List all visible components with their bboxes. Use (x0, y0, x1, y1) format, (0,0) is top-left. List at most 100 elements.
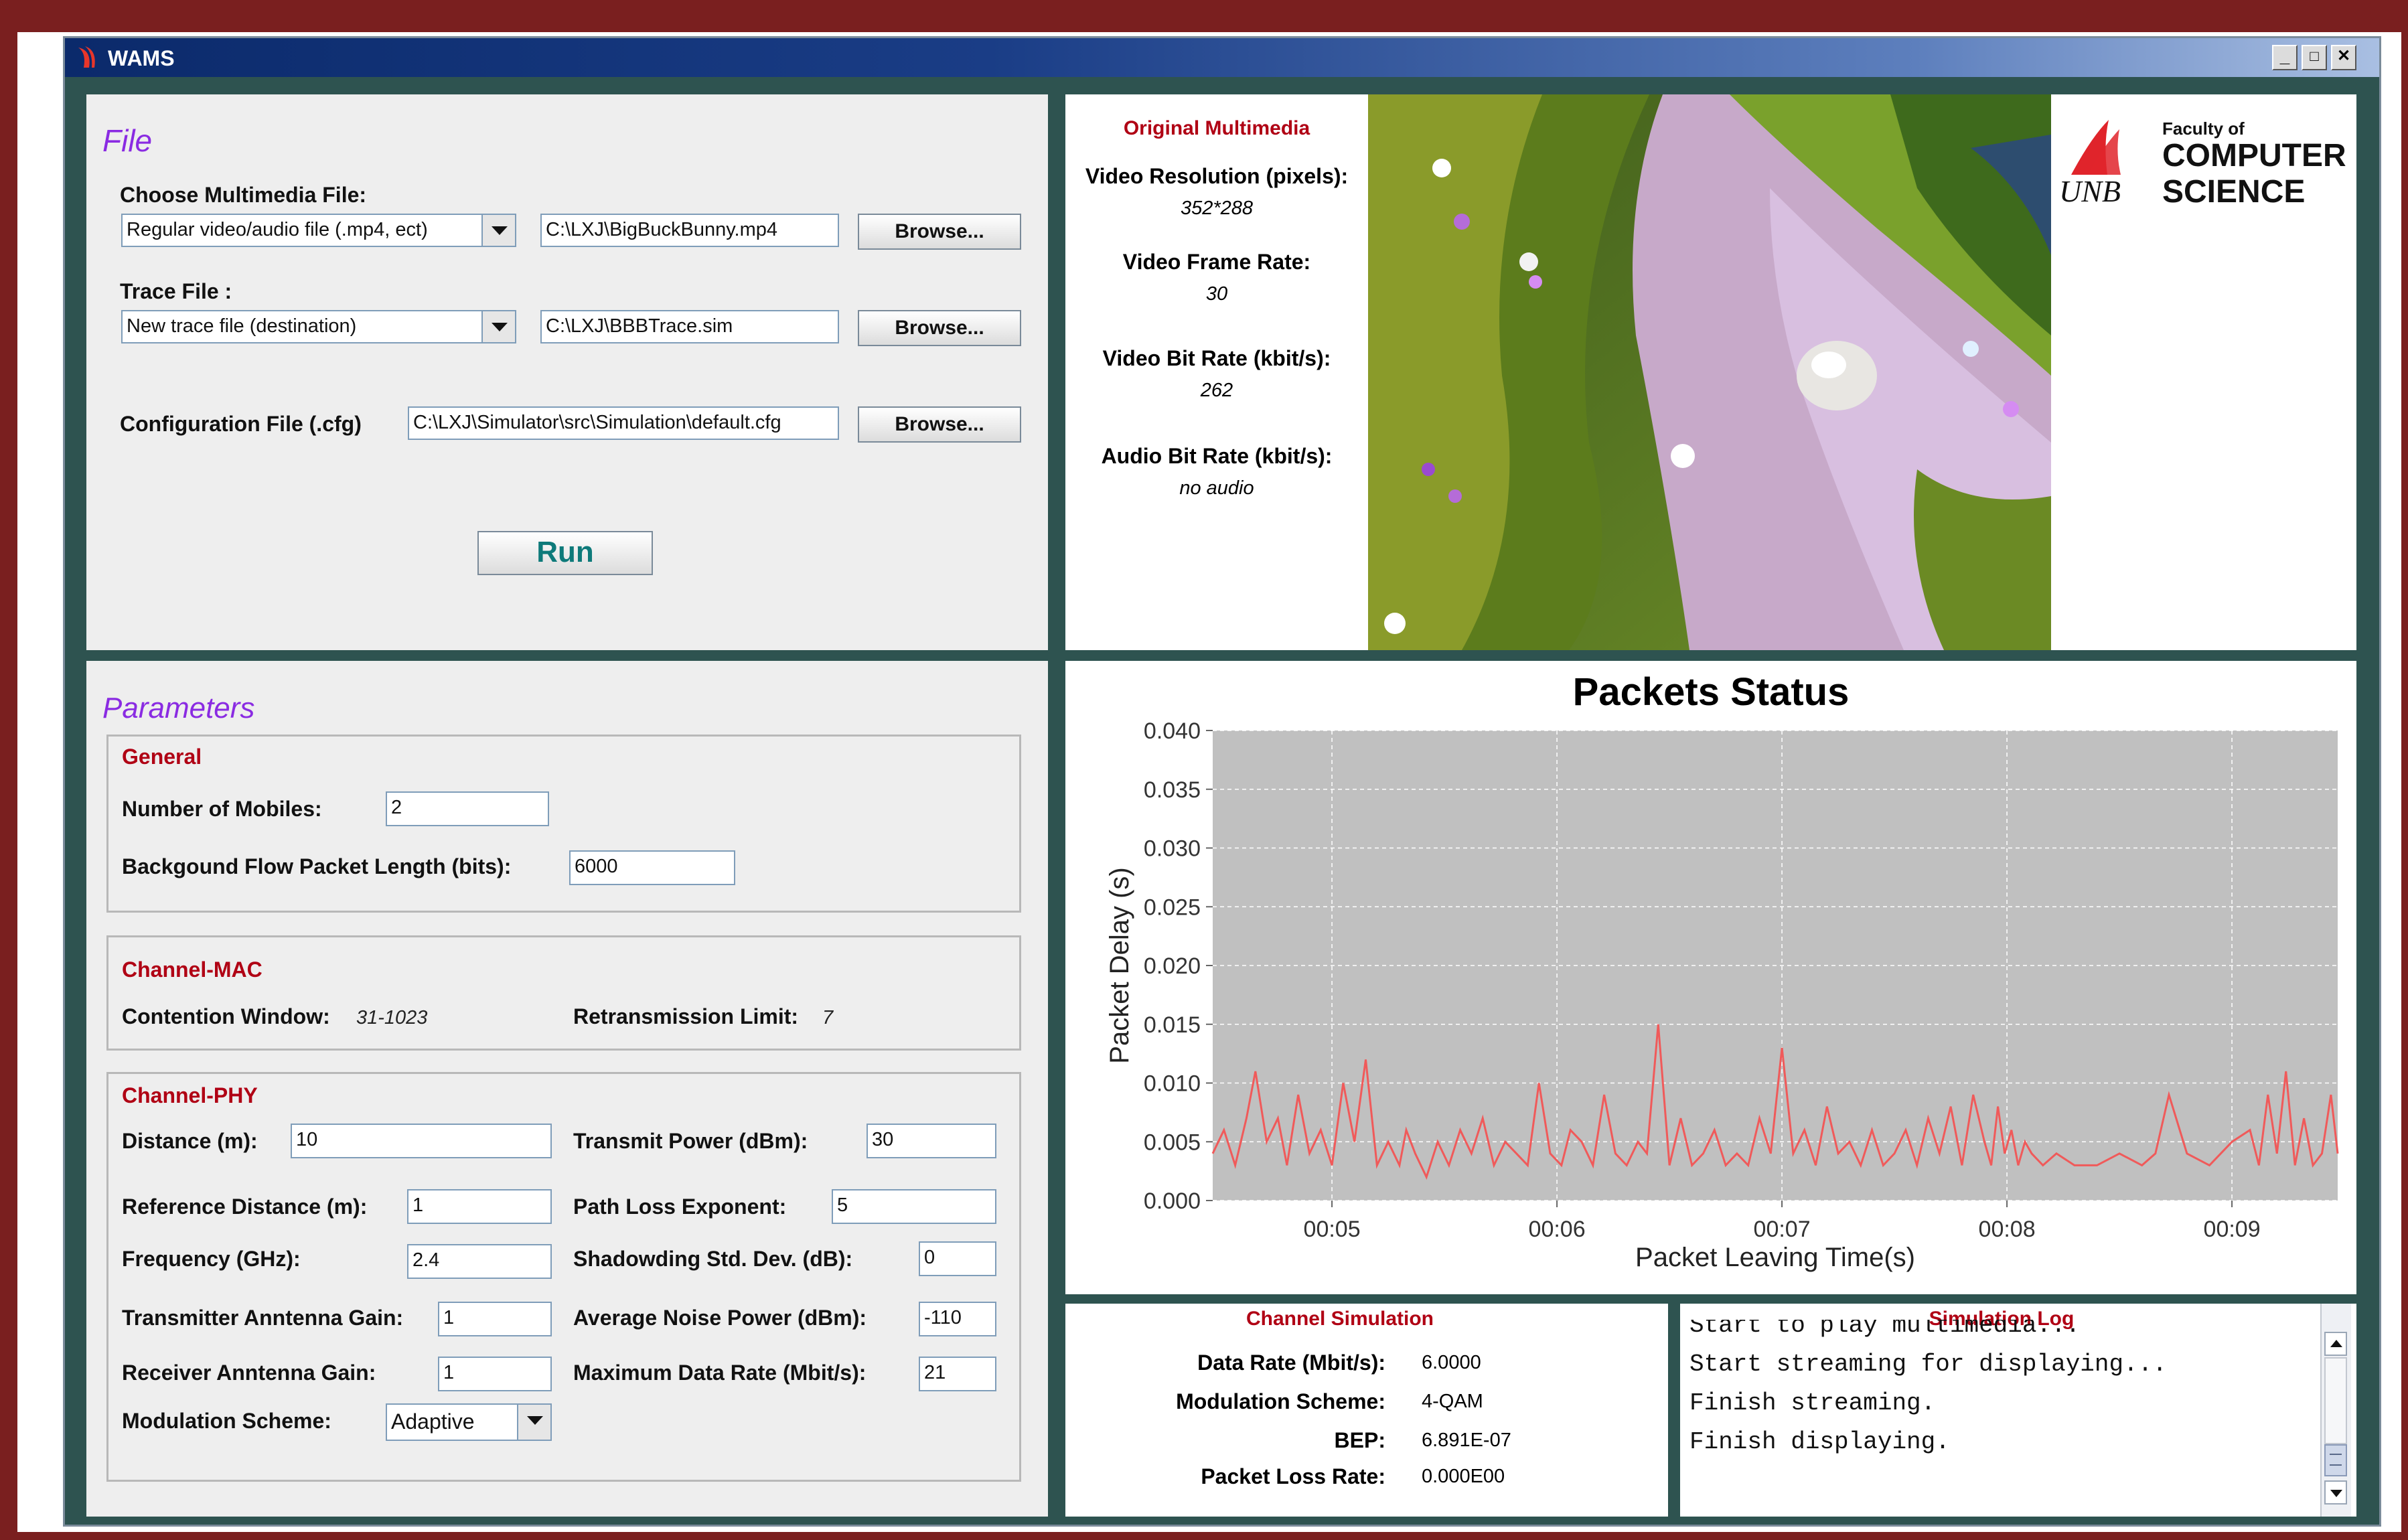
y-tick-label: 0.015 (1144, 1012, 1201, 1038)
run-button[interactable]: Run (477, 531, 653, 575)
mobiles-label: Number of Mobiles: (122, 797, 322, 821)
chevron-up-icon (2330, 1340, 2342, 1347)
rx-gain-field[interactable]: 1 (438, 1357, 552, 1391)
parameters-heading: Parameters (102, 692, 255, 724)
unb-mark: UNB (2059, 174, 2121, 208)
simulation-log-panel: Simulation Log Start to play multimedia.… (1680, 1304, 2356, 1517)
bep-label: BEP: (1334, 1428, 1385, 1452)
cw-value: 31-1023 (356, 1007, 428, 1028)
y-tick-label: 0.030 (1144, 836, 1201, 862)
grip-icon (2330, 1454, 2342, 1466)
window-title: WAMS (108, 46, 175, 70)
ref-distance-field[interactable]: 1 (407, 1189, 552, 1224)
browse-multimedia-button[interactable]: Browse... (858, 214, 1021, 250)
y-tick-label: 0.035 (1144, 777, 1201, 803)
packets-status-chart: Packets Status 0.000 0.005 0.010 0.015 0.020… (1105, 670, 2339, 1272)
title-bar[interactable]: WAMS _ □ ✕ (65, 38, 2379, 77)
x-tick-label: 00:07 (1754, 1217, 1811, 1242)
sim-modulation-value: 4-QAM (1422, 1391, 1483, 1412)
frequency-field[interactable]: 2.4 (407, 1244, 552, 1279)
tx-gain-field[interactable]: 1 (438, 1302, 552, 1336)
rx-gain-label: Receiver Anntenna Gain: (122, 1361, 376, 1385)
y-tick-label: 0.040 (1144, 718, 1201, 744)
trace-type-value: New trace file (destination) (127, 315, 357, 337)
max-rate-label: Maximum Data Rate (Mbit/s): (573, 1361, 867, 1385)
log-line: Finish displaying. (1689, 1428, 1950, 1456)
path-loss-label: Path Loss Exponent: (573, 1195, 787, 1219)
mac-title: Channel-MAC (122, 957, 262, 982)
frame-rate-value: 30 (1205, 283, 1228, 305)
scroll-down-button[interactable] (2324, 1480, 2347, 1505)
x-axis-label: Packet Leaving Time(s) (1635, 1243, 1915, 1272)
chevron-down-icon (2330, 1490, 2342, 1497)
channel-mac-group: Channel-MAC Contention Window: 31-1023 R… (106, 935, 1021, 1051)
ref-distance-label: Reference Distance (m): (122, 1195, 368, 1219)
chevron-down-icon[interactable] (481, 215, 515, 246)
retx-value: 7 (822, 1007, 834, 1028)
media-info-heading: Original Multimedia (1123, 117, 1310, 139)
multimedia-type-value: Regular video/audio file (.mp4, ect) (127, 219, 428, 240)
frame-rate-label: Video Frame Rate: (1122, 250, 1311, 274)
minimize-button[interactable]: _ (2272, 45, 2298, 70)
channel-sim-heading: Channel Simulation (1246, 1308, 1434, 1330)
resolution-value: 352*288 (1180, 198, 1254, 219)
chevron-down-icon[interactable] (481, 311, 515, 342)
trace-type-select[interactable]: New trace file (destination) (121, 310, 516, 343)
logo-line1: Faculty of (2162, 119, 2245, 139)
tx-power-field[interactable]: 30 (867, 1124, 996, 1158)
max-rate-field[interactable]: 21 (919, 1357, 996, 1391)
packet-length-field[interactable]: 6000 (569, 850, 735, 885)
bep-value: 6.891E-07 (1422, 1430, 1511, 1451)
scroll-track[interactable] (2324, 1357, 2347, 1444)
multimedia-label: Choose Multimedia File: (120, 183, 367, 207)
scroll-thumb[interactable] (2324, 1444, 2347, 1476)
y-tick-label: 0.010 (1144, 1071, 1201, 1097)
audio-bitrate-value: no audio (1179, 477, 1254, 499)
video-frame-image (1368, 94, 2051, 650)
trace-label: Trace File : (120, 279, 232, 303)
chevron-down-icon[interactable] (517, 1405, 550, 1440)
tx-gain-label: Transmitter Anntenna Gain: (122, 1306, 404, 1330)
chart-title: Packets Status (1573, 670, 1850, 714)
maximize-button[interactable]: □ (2302, 45, 2327, 70)
close-button[interactable]: ✕ (2331, 45, 2356, 70)
phy-title: Channel-PHY (122, 1083, 258, 1107)
channel-phy-group: Channel-PHY Distance (m): 10 Transmit Po… (106, 1072, 1021, 1482)
loss-rate-label: Packet Loss Rate: (1201, 1464, 1385, 1488)
config-label: Configuration File (.cfg) (120, 412, 362, 436)
sim-log-text-area[interactable]: Start to play multimedia... Start stream… (1680, 1320, 2320, 1517)
noise-field[interactable]: -110 (919, 1302, 996, 1336)
video-bitrate-label: Video Bit Rate (kbit/s): (1102, 346, 1331, 370)
shadowing-label: Shadowding Std. Dev. (dB): (573, 1247, 853, 1271)
path-loss-field[interactable]: 5 (832, 1189, 996, 1224)
file-heading: File (102, 123, 153, 158)
multimedia-path-field[interactable]: C:\LXJ\BigBuckBunny.mp4 (540, 214, 839, 247)
y-axis-label: Packet Delay (s) (1105, 867, 1134, 1063)
distance-field[interactable]: 10 (291, 1124, 552, 1158)
video-bitrate-value: 262 (1200, 380, 1233, 401)
browse-trace-button[interactable]: Browse... (858, 310, 1021, 346)
general-group: General Number of Mobiles: 2 Backgound F… (106, 735, 1021, 913)
media-info-panel: Original Multimedia Video Resolution (pi… (1065, 94, 1368, 650)
x-axis: 00:05 00:06 00:07 00:08 00:09 (1304, 1201, 2261, 1242)
tx-power-label: Transmit Power (dBm): (573, 1129, 808, 1153)
multimedia-type-select[interactable]: Regular video/audio file (.mp4, ect) (121, 214, 516, 247)
x-tick-label: 00:05 (1304, 1217, 1361, 1242)
scroll-up-button[interactable] (2324, 1332, 2347, 1356)
noise-label: Average Noise Power (dBm): (573, 1306, 867, 1330)
log-scrollbar[interactable] (2320, 1304, 2351, 1517)
shadowing-field[interactable]: 0 (919, 1241, 996, 1276)
modulation-select[interactable]: Adaptive (386, 1403, 552, 1441)
modulation-label: Modulation Scheme: (122, 1409, 331, 1433)
config-path-field[interactable]: C:\LXJ\Simulator\src\Simulation\default.… (408, 406, 839, 440)
mobiles-field[interactable]: 2 (386, 791, 549, 826)
log-line: Finish streaming. (1689, 1389, 1936, 1417)
general-title: General (122, 745, 202, 769)
data-rate-value: 6.0000 (1422, 1352, 1481, 1373)
y-tick-label: 0.025 (1144, 895, 1201, 920)
app-logo-icon (78, 46, 95, 68)
trace-path-field[interactable]: C:\LXJ\BBBTrace.sim (540, 310, 839, 343)
resolution-label: Video Resolution (pixels): (1085, 164, 1349, 188)
browse-config-button[interactable]: Browse... (858, 406, 1021, 443)
log-line: Start streaming for displaying... (1689, 1351, 2167, 1378)
